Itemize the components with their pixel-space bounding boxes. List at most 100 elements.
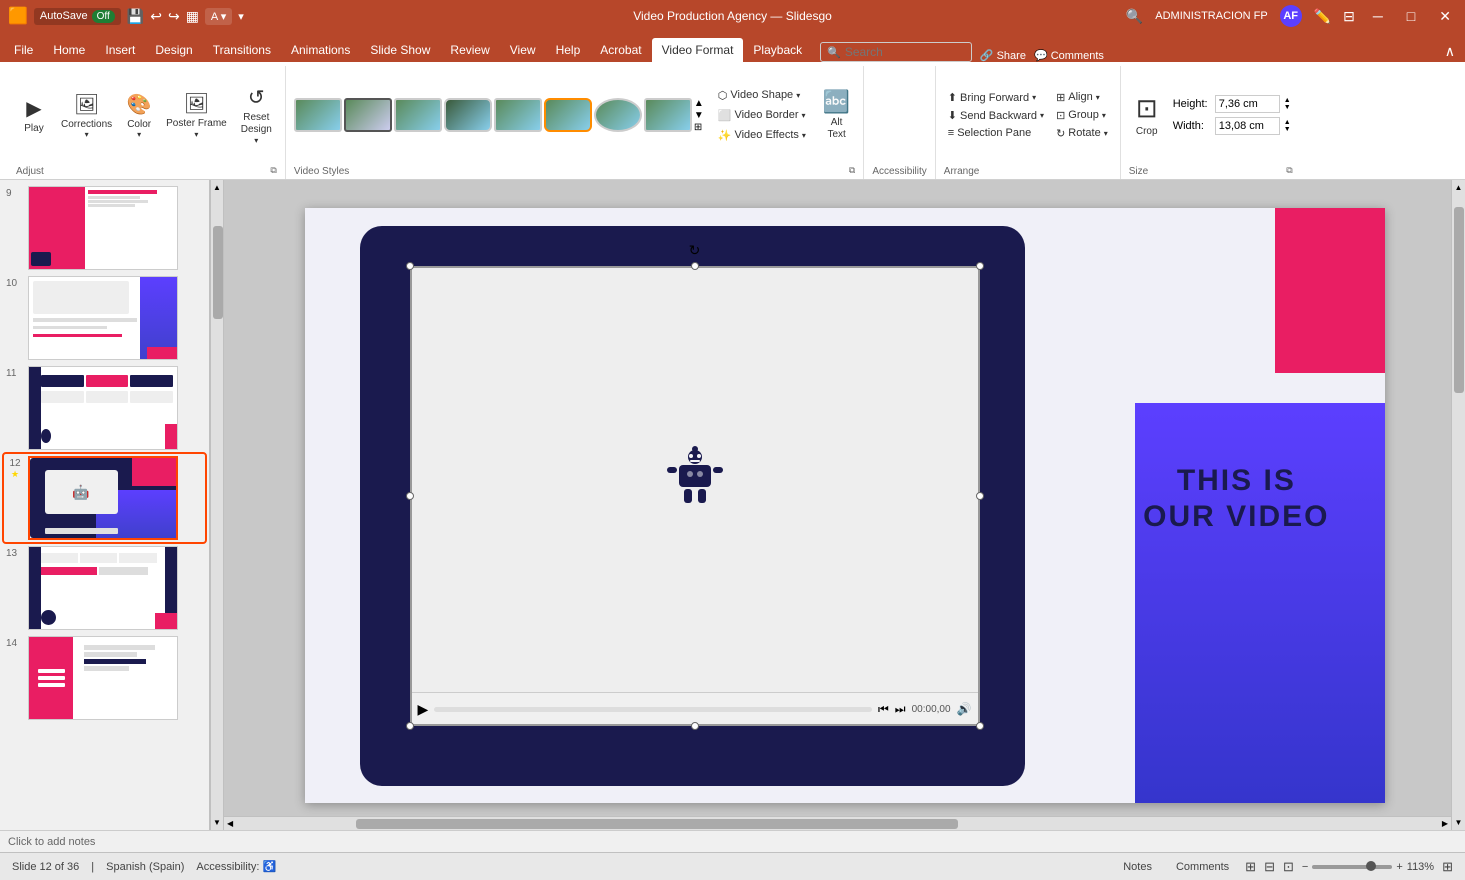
zoom-level[interactable]: 113% (1407, 861, 1434, 873)
slide-item-13[interactable]: 13 (4, 544, 205, 632)
style-scroll-down[interactable]: ▼ (694, 110, 704, 121)
present-icon[interactable]: ▦ (186, 8, 199, 25)
tab-slideshow[interactable]: Slide Show (360, 38, 440, 62)
slide-item-14[interactable]: 14 (4, 634, 205, 722)
canvas-scroll-bottom[interactable]: ▼ (1452, 815, 1465, 830)
slide-item-11[interactable]: 11 (4, 364, 205, 452)
fit-slide-btn[interactable]: ⊞ (1442, 859, 1453, 875)
tab-acrobat[interactable]: Acrobat (590, 38, 651, 62)
search-input[interactable] (845, 45, 965, 59)
tab-review[interactable]: Review (440, 38, 499, 62)
video-shape-button[interactable]: ⬡ Video Shape ▾ (714, 87, 810, 104)
share-button[interactable]: 🔗 Share (980, 49, 1026, 62)
width-spin-down[interactable]: ▼ (1282, 126, 1293, 133)
play-button[interactable]: ▶ Play (16, 93, 52, 137)
align-button[interactable]: ⊞ Align ▾ (1052, 89, 1112, 106)
quick-access-more[interactable]: ▾ (238, 10, 244, 23)
video-border-button[interactable]: ⬜ Video Border ▾ (714, 107, 810, 124)
width-spin-up[interactable]: ▲ (1282, 119, 1293, 126)
tab-design[interactable]: Design (145, 38, 202, 62)
tab-video-format[interactable]: Video Format (652, 38, 744, 62)
height-input[interactable] (1215, 95, 1280, 113)
tab-animations[interactable]: Animations (281, 38, 360, 62)
canvas-scroll-right[interactable]: ▶ (1439, 817, 1451, 830)
tab-home[interactable]: Home (43, 38, 95, 62)
pen-icon[interactable]: ✏️ (1314, 8, 1331, 25)
search-icon-title[interactable]: 🔍 (1126, 8, 1143, 25)
style-scroll-more[interactable]: ⊞ (694, 122, 704, 133)
close-btn[interactable]: ✕ (1433, 8, 1457, 25)
undo-icon[interactable]: ↩ (150, 8, 162, 25)
minimize-btn[interactable]: ─ (1367, 8, 1389, 24)
tab-insert[interactable]: Insert (95, 38, 145, 62)
tab-transitions[interactable]: Transitions (203, 38, 281, 62)
scroll-up-arrow[interactable]: ▲ (210, 180, 224, 195)
comments-status-btn[interactable]: Comments (1168, 859, 1237, 875)
tab-playback[interactable]: Playback (743, 38, 812, 62)
canvas-scroll-track[interactable] (1452, 195, 1465, 815)
notes-bar[interactable]: Click to add notes (0, 830, 1465, 852)
tab-view[interactable]: View (500, 38, 546, 62)
style-thumb-7[interactable] (594, 98, 642, 132)
comments-button[interactable]: 💬 Comments (1034, 49, 1104, 62)
view-slide-sorter-btn[interactable]: ⊟ (1264, 859, 1275, 875)
alt-text-button[interactable]: 🔤 AltText (818, 86, 855, 144)
autosave-toggle[interactable]: Off (92, 10, 115, 23)
height-spin-down[interactable]: ▼ (1282, 104, 1293, 111)
volume-icon[interactable]: 🔊 (957, 702, 972, 716)
group-button[interactable]: ⊡ Group ▾ (1052, 107, 1112, 124)
style-scroll-up[interactable]: ▲ (694, 98, 704, 109)
canvas-hscroll-track[interactable] (236, 817, 1439, 830)
search-box[interactable]: 🔍 (820, 42, 972, 62)
style-thumb-3[interactable] (394, 98, 442, 132)
color-button[interactable]: 🎨 Color ▾ (121, 89, 157, 142)
send-backward-button[interactable]: ⬇ Send Backward ▾ (944, 107, 1048, 124)
view-reading-btn[interactable]: ⊡ (1283, 859, 1294, 875)
video-element[interactable]: ↻ (410, 266, 980, 726)
width-input[interactable] (1215, 117, 1280, 135)
accessibility-icon[interactable]: ♿ (262, 861, 276, 873)
crop-button[interactable]: ⊡ Crop (1129, 85, 1165, 145)
style-thumb-5[interactable] (494, 98, 542, 132)
selection-pane-button[interactable]: ≡ Selection Pane (944, 125, 1048, 141)
notes-status-btn[interactable]: Notes (1115, 859, 1160, 875)
slide-item-10[interactable]: 10 (4, 274, 205, 362)
reset-design-button[interactable]: ↺ ResetDesign ▾ (236, 82, 277, 148)
adjust-expand[interactable]: ⧉ (270, 165, 276, 176)
height-spin-up[interactable]: ▲ (1282, 97, 1293, 104)
autosave-control[interactable]: AutoSave Off (34, 8, 121, 25)
zoom-bar[interactable] (1312, 865, 1392, 869)
zoom-out-btn[interactable]: − (1302, 861, 1308, 873)
tab-file[interactable]: File (4, 38, 43, 62)
style-thumb-2[interactable] (344, 98, 392, 132)
next-frame-btn[interactable]: ⏭ (895, 702, 906, 717)
slide-item-12[interactable]: 12 ★ 🤖 (4, 454, 205, 542)
ribbon-collapse-btn[interactable]: ∧ (1439, 41, 1461, 62)
style-thumb-8[interactable] (644, 98, 692, 132)
redo-icon[interactable]: ↪ (168, 8, 180, 25)
view-normal-btn[interactable]: ⊞ (1245, 859, 1256, 875)
bring-forward-button[interactable]: ⬆ Bring Forward ▾ (944, 89, 1048, 106)
style-thumb-4[interactable] (444, 98, 492, 132)
corrections-button[interactable]: 🖼 Corrections ▾ (56, 89, 117, 142)
video-styles-expand[interactable]: ⧉ (849, 165, 855, 176)
size-expand[interactable]: ⧉ (1286, 165, 1292, 176)
tab-help[interactable]: Help (546, 38, 591, 62)
maximize-btn[interactable]: □ (1401, 8, 1421, 24)
slide-item-9[interactable]: 9 (4, 184, 205, 272)
video-effects-button[interactable]: ✨ Video Effects ▾ (714, 127, 810, 144)
save-icon[interactable]: 💾 (127, 8, 144, 25)
zoom-in-btn[interactable]: + (1396, 861, 1402, 873)
ribbon-display-icon[interactable]: ⊟ (1343, 8, 1355, 25)
prev-frame-btn[interactable]: ⏮ (878, 702, 889, 717)
poster-frame-button[interactable]: 🖼 Poster Frame ▾ (161, 88, 232, 142)
canvas-scroll-top[interactable]: ▲ (1452, 180, 1465, 195)
scroll-down-arrow[interactable]: ▼ (210, 815, 224, 830)
canvas-scroll-left[interactable]: ◀ (224, 817, 236, 830)
rotate-button[interactable]: ↻ Rotate ▾ (1052, 125, 1112, 142)
play-pause-btn[interactable]: ▶ (418, 701, 429, 718)
style-thumb-6[interactable] (544, 98, 592, 132)
style-thumb-1[interactable] (294, 98, 342, 132)
scroll-track[interactable] (211, 195, 223, 815)
progress-bar-container[interactable] (434, 707, 872, 712)
